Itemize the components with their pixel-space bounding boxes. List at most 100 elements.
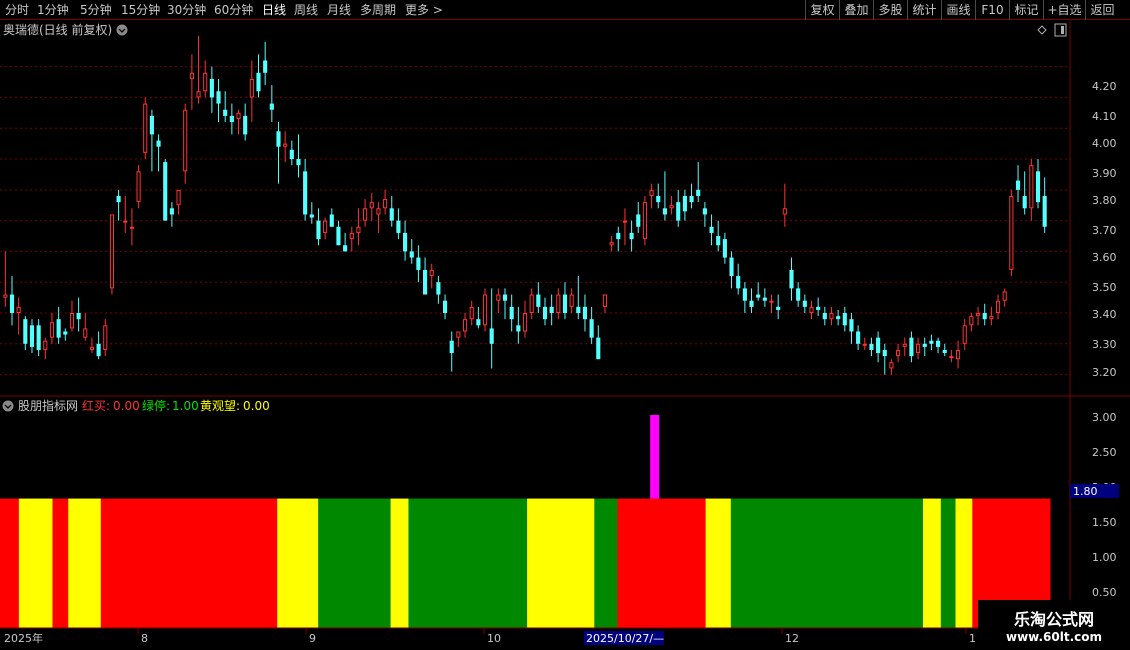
kline-chart[interactable]: 奥瑞德(日线 前复权) 4.20 4.10 4.00 3.90 3.80 3.7… [0, 20, 1130, 650]
candle-body [702, 208, 707, 215]
stats-button[interactable]: 统计 [907, 0, 941, 20]
candle-body [96, 343, 101, 357]
candle-body [629, 232, 634, 240]
candle-body [609, 242, 614, 246]
price-label: 3.30 [1092, 338, 1117, 351]
period-tab-daily[interactable]: 日线 [262, 0, 286, 20]
period-tab-more[interactable]: 更多 > [405, 0, 443, 20]
green-stop-label: 绿停: [142, 398, 170, 413]
candle-body [536, 294, 541, 307]
price-label: 3.70 [1092, 224, 1117, 237]
candle-body [509, 306, 514, 320]
candle-body [409, 251, 414, 258]
candle-body [329, 214, 334, 227]
candle-body [542, 306, 548, 320]
title-dropdown-icon[interactable] [116, 24, 128, 36]
indicator-axis-label: 1.00 [1092, 551, 1117, 564]
price-label: 3.60 [1092, 251, 1117, 264]
date-label: 9 [309, 632, 316, 645]
candle-body [649, 189, 654, 196]
indicator-dropdown-icon[interactable] [2, 400, 14, 412]
red-buy-value: 0.00 [113, 399, 140, 413]
candle-body [569, 294, 574, 307]
period-tab-1min[interactable]: 1分钟 [37, 0, 69, 20]
price-label: 3.20 [1092, 366, 1117, 379]
candle-body [1035, 171, 1041, 203]
diamond-icon[interactable] [1037, 25, 1047, 35]
candle-body [709, 226, 714, 233]
mark-button[interactable]: 标记 [1009, 0, 1043, 20]
candle-body [9, 294, 15, 314]
candle-body [36, 325, 41, 350]
band-red [617, 498, 707, 628]
candle-body [636, 214, 641, 227]
candle-body [183, 109, 188, 172]
candle-body [489, 328, 494, 344]
cursor-date-label: 2025/10/27/— [586, 632, 664, 645]
candle-body [602, 294, 608, 307]
candle-body [376, 208, 381, 215]
candle-body [789, 269, 794, 289]
period-tab-60min[interactable]: 60分钟 [214, 0, 253, 20]
candle-body [436, 282, 441, 295]
period-tab-weekly[interactable]: 周线 [294, 0, 318, 20]
window-toggle-inner-icon [1061, 26, 1064, 34]
candle-body [403, 232, 408, 252]
candle-body [363, 208, 368, 221]
candle-body [343, 245, 348, 252]
stock-title: 奥瑞德(日线 前复权) [3, 22, 112, 37]
period-tab-monthly[interactable]: 月线 [327, 0, 351, 20]
period-tab-multi[interactable]: 多周期 [360, 0, 396, 20]
overlay-button[interactable]: 叠加 [839, 0, 873, 20]
back-button[interactable]: 返回 [1085, 0, 1119, 20]
f10-button[interactable]: F10 [975, 0, 1009, 20]
candle-body [589, 319, 594, 338]
candle-body [922, 343, 927, 347]
window-toggle-icon[interactable] [1054, 23, 1067, 37]
candle-body [276, 131, 281, 147]
candle-body [336, 226, 341, 246]
period-tab-30min[interactable]: 30分钟 [167, 0, 206, 20]
candle-body [316, 220, 321, 240]
candle-body [3, 294, 8, 298]
indicator-axis-label: 1.50 [1092, 516, 1117, 529]
candle-body [556, 294, 561, 314]
date-label: 8 [141, 632, 148, 645]
candle-body [902, 343, 907, 347]
candle-body [236, 112, 241, 119]
band-yellow [18, 498, 53, 628]
candle-body [829, 313, 834, 320]
period-tab-timeshare[interactable]: 分时 [5, 0, 29, 20]
candle-body [596, 337, 601, 360]
candle-body [143, 103, 148, 153]
candle-body [582, 306, 588, 320]
candle-body [283, 143, 288, 147]
candle-body [962, 325, 967, 344]
add-watchlist-button[interactable]: +自选 [1043, 0, 1085, 20]
candle-body [502, 294, 508, 301]
candle-body [263, 60, 268, 73]
candle-body [529, 294, 534, 314]
candle-body [742, 288, 747, 301]
candle-body [682, 195, 687, 212]
candle-body [756, 294, 761, 298]
period-tab-5min[interactable]: 5分钟 [80, 0, 112, 20]
candle-body [209, 78, 214, 98]
candle-body [869, 343, 874, 350]
date-label: 10 [487, 632, 501, 645]
period-toolbar: 分时 1分钟 5分钟 15分钟 30分钟 60分钟 日线 周线 月线 多周期 更… [0, 0, 1130, 20]
candle-body [662, 208, 667, 215]
price-label: 4.20 [1092, 80, 1117, 93]
candle-body [736, 276, 741, 289]
band-yellow [705, 498, 732, 628]
fuquan-button[interactable]: 复权 [805, 0, 839, 20]
band-yellow [955, 498, 973, 628]
price-label: 4.10 [1092, 110, 1117, 123]
main-panel-title: 奥瑞德(日线 前复权) [3, 22, 1067, 37]
watermark-logo: 乐淘公式网 www.60lt.com [978, 600, 1130, 650]
period-tab-15min[interactable]: 15分钟 [121, 0, 160, 20]
candle-body [216, 91, 221, 104]
draw-line-button[interactable]: 画线 [941, 0, 975, 20]
candle-body [955, 349, 961, 360]
multi-stock-button[interactable]: 多股 [873, 0, 907, 20]
